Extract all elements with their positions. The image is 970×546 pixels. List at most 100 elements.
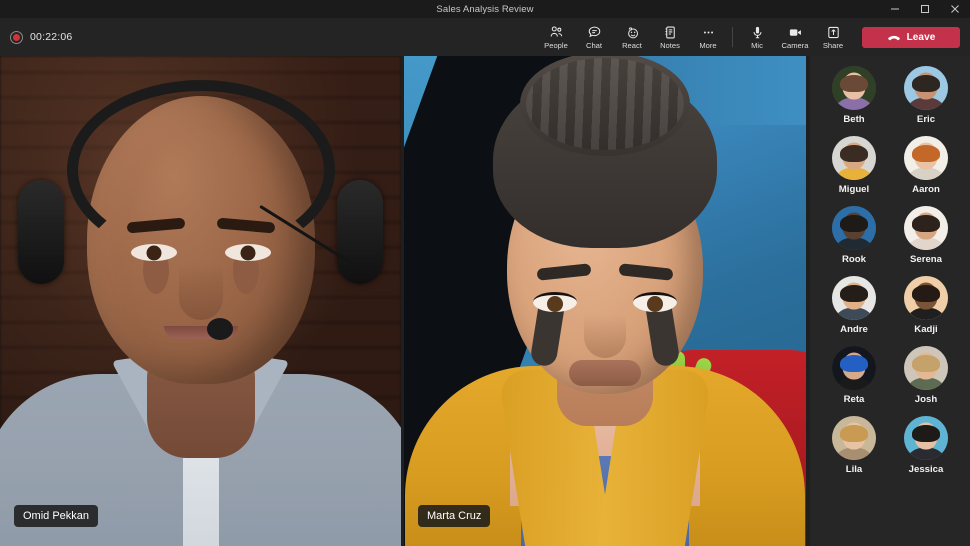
participant-name: Rook [842, 254, 866, 265]
participant-card[interactable]: Serena [890, 206, 962, 265]
participant-name: Serena [910, 254, 942, 265]
participant-name: Eric [917, 114, 935, 125]
avatar [832, 206, 876, 250]
toolbar-divider [732, 27, 733, 47]
avatar [904, 276, 948, 320]
meeting-window: Sales Analysis Review 00:22:06 [0, 0, 970, 546]
avatar [832, 346, 876, 390]
tile-name-label: Omid Pekkan [14, 505, 98, 527]
participant-card[interactable]: Eric [890, 66, 962, 125]
more-button[interactable]: More [689, 18, 727, 56]
avatar-hair [840, 285, 868, 302]
participant-card[interactable]: Jessica [890, 416, 962, 475]
participant-card[interactable]: Beth [818, 66, 890, 125]
minimize-icon [890, 4, 900, 14]
more-label: More [699, 41, 716, 50]
participant-card[interactable]: Kadji [890, 276, 962, 335]
share-label: Share [823, 41, 843, 50]
notes-label: Notes [660, 41, 680, 50]
mic-label: Mic [751, 41, 763, 50]
participant-name: Kadji [914, 324, 937, 335]
maximize-icon [920, 4, 930, 14]
recording-status: 00:22:06 [10, 18, 72, 56]
participant-card[interactable]: Rook [818, 206, 890, 265]
avatar [904, 416, 948, 460]
hangup-icon [887, 31, 901, 45]
participant-card[interactable]: Josh [890, 346, 962, 405]
people-label: People [544, 41, 568, 50]
avatar [832, 136, 876, 180]
participant-avatar-marta [404, 56, 806, 546]
window-controls [880, 0, 970, 18]
meeting-timer: 00:22:06 [30, 31, 72, 43]
participant-name: Josh [915, 394, 937, 405]
notes-icon [663, 24, 678, 40]
close-button[interactable] [940, 0, 970, 18]
avatar-hair [912, 425, 940, 442]
participant-card[interactable]: Andre [818, 276, 890, 335]
minimize-button[interactable] [880, 0, 910, 18]
avatar [832, 66, 876, 110]
participant-card[interactable]: Miguel [818, 136, 890, 195]
window-title: Sales Analysis Review [436, 4, 533, 15]
participant-name: Jessica [909, 464, 944, 475]
notes-button[interactable]: Notes [651, 18, 689, 56]
avatar-hair [840, 425, 868, 442]
avatar [832, 416, 876, 460]
recording-icon [10, 31, 23, 44]
participant-name: Beth [843, 114, 864, 125]
avatar-hair [840, 75, 868, 92]
avatar-hair [912, 355, 940, 372]
avatar-hair [912, 285, 940, 302]
participant-card[interactable]: Reta [818, 346, 890, 405]
toolbar-actions: People Chat [537, 18, 852, 56]
chat-button[interactable]: Chat [575, 18, 613, 56]
avatar [904, 136, 948, 180]
participant-name: Aaron [912, 184, 940, 195]
avatar [904, 66, 948, 110]
avatar [904, 206, 948, 250]
avatar [832, 276, 876, 320]
headset-icon [67, 80, 335, 260]
participant-card[interactable]: Lila [818, 416, 890, 475]
avatar-hair [840, 145, 868, 162]
participant-card[interactable]: Aaron [890, 136, 962, 195]
react-icon [625, 24, 640, 40]
share-icon [826, 24, 841, 40]
avatar-hair [912, 145, 940, 162]
participant-rail: Beth Eric Miguel Aaron Rook Serena Andre Kadji R… [810, 56, 970, 546]
video-tile-omid-pekkan[interactable]: Omid Pekkan [0, 56, 401, 546]
camera-button[interactable]: Camera [776, 18, 814, 56]
participant-name: Miguel [839, 184, 869, 195]
close-icon [950, 4, 960, 14]
participant-grid: Beth Eric Miguel Aaron Rook Serena Andre Kadji R… [810, 66, 970, 475]
react-label: React [622, 41, 642, 50]
window-title-bar: Sales Analysis Review [0, 0, 970, 18]
camera-icon [788, 24, 803, 40]
more-icon [701, 24, 716, 40]
tile-name-label: Marta Cruz [418, 505, 490, 527]
mic-button[interactable]: Mic [738, 18, 776, 56]
avatar-hair [840, 215, 868, 232]
meeting-toolbar: 00:22:06 People [0, 18, 970, 56]
leave-button[interactable]: Leave [862, 27, 960, 48]
people-icon [549, 24, 564, 40]
participant-name: Reta [844, 394, 865, 405]
react-button[interactable]: React [613, 18, 651, 56]
avatar-hair [912, 75, 940, 92]
avatar [904, 346, 948, 390]
participant-name: Andre [840, 324, 868, 335]
share-button[interactable]: Share [814, 18, 852, 56]
camera-label: Camera [781, 41, 808, 50]
participant-name: Lila [846, 464, 863, 475]
chat-icon [587, 24, 602, 40]
participant-video-omid [0, 56, 401, 546]
avatar-hair [840, 355, 868, 372]
avatar-hair [912, 215, 940, 232]
chat-label: Chat [586, 41, 602, 50]
leave-label: Leave [907, 32, 936, 43]
video-tile-marta-cruz[interactable]: Marta Cruz [404, 56, 806, 546]
mic-icon [750, 24, 765, 40]
people-button[interactable]: People [537, 18, 575, 56]
maximize-button[interactable] [910, 0, 940, 18]
